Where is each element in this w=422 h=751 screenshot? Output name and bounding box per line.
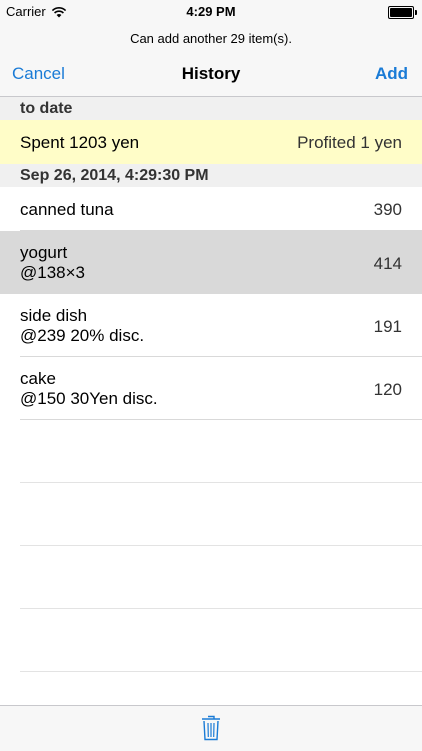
list-item[interactable]: side dish @239 20% disc. 191 [0,294,422,357]
item-name: cake [20,369,56,389]
navigation-bar: Can add another 29 item(s). Cancel Histo… [0,24,422,97]
empty-row-divider [20,545,422,546]
summary-spent: Spent 1203 yen [20,133,139,153]
status-time: 4:29 PM [0,4,422,19]
nav-prompt: Can add another 29 item(s). [0,31,422,46]
summary-row: Spent 1203 yen Profited 1 yen [0,120,422,164]
item-value: 390 [374,200,402,220]
list-item[interactable]: cake @150 30Yen disc. 120 [0,357,422,420]
item-name: yogurt [20,243,67,263]
item-value: 120 [374,380,402,400]
status-bar: Carrier 4:29 PM [0,0,422,24]
item-name: canned tuna [20,200,114,220]
battery-icon [388,6,414,19]
list-item[interactable]: yogurt @138×3 414 [0,231,422,294]
bottom-toolbar [0,705,422,751]
row-divider [20,419,422,420]
section-header-label: to date [20,100,72,118]
item-value: 191 [374,317,402,337]
section-header-to-date: to date [0,97,422,120]
item-value: 414 [374,254,402,274]
section-header-label: Sep 26, 2014, 4:29:30 PM [20,167,209,185]
list-item[interactable]: canned tuna 390 [0,187,422,231]
add-button[interactable]: Add [375,64,408,84]
empty-row-divider [20,671,422,672]
nav-row: Cancel History Add [0,62,422,86]
item-detail: @150 30Yen disc. [20,389,158,409]
section-header-session-date: Sep 26, 2014, 4:29:30 PM [0,164,422,187]
trash-icon[interactable] [201,715,221,741]
empty-row-divider [20,482,422,483]
item-name: side dish [20,306,87,326]
summary-profit: Profited 1 yen [297,133,402,153]
item-detail: @138×3 [20,263,85,283]
page-title: History [0,64,422,84]
item-detail: @239 20% disc. [20,326,144,346]
empty-row-divider [20,608,422,609]
battery-fill [390,8,412,17]
